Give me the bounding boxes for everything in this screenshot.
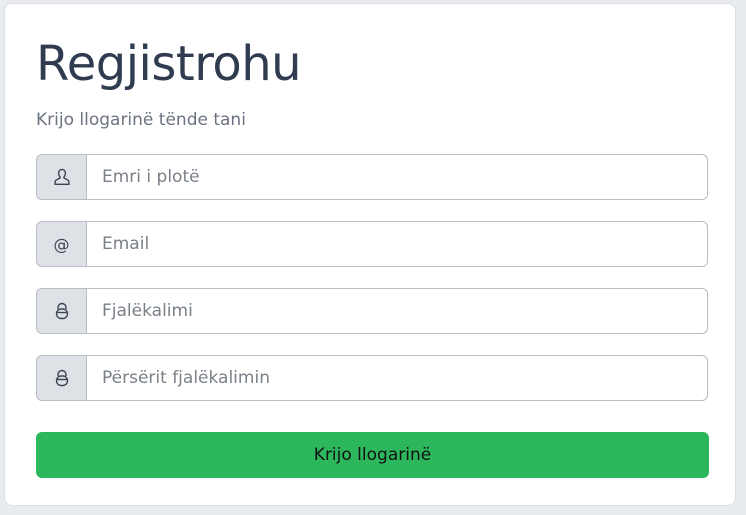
email-field: @: [36, 221, 708, 267]
page-subtitle: Krijo llogarinë tënde tani: [36, 110, 246, 130]
full-name-field: [36, 154, 708, 200]
full-name-input[interactable]: [86, 154, 708, 200]
page-title: Regjistrohu: [36, 36, 302, 92]
lock-icon: [36, 355, 86, 401]
password-field: [36, 288, 708, 334]
lock-icon: [36, 288, 86, 334]
at-icon: @: [36, 221, 86, 267]
create-account-button[interactable]: Krijo llogarinë: [36, 432, 709, 478]
email-input[interactable]: [86, 221, 708, 267]
password-input[interactable]: [86, 288, 708, 334]
repeat-password-input[interactable]: [86, 355, 708, 401]
user-icon: [36, 154, 86, 200]
register-card: Regjistrohu Krijo llogarinë tënde tani @: [4, 3, 736, 506]
repeat-password-field: [36, 355, 708, 401]
